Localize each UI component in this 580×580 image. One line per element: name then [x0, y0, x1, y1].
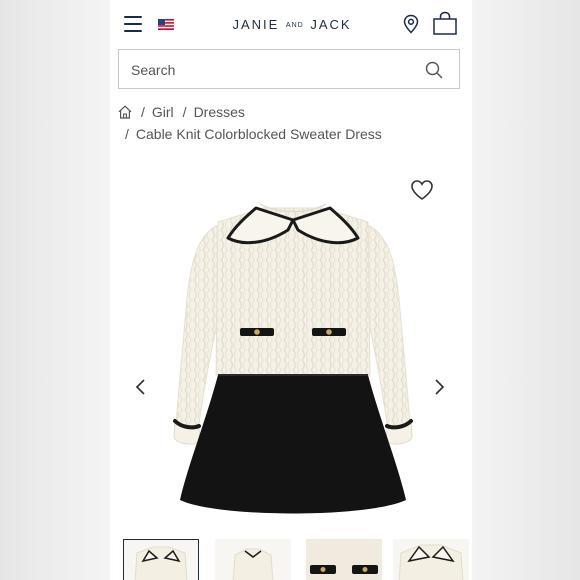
- search-bar: [118, 49, 460, 90]
- breadcrumb-item-dresses[interactable]: Dresses: [194, 104, 245, 120]
- breadcrumb-separator: /: [182, 104, 187, 120]
- breadcrumb-separator: /: [125, 126, 129, 142]
- us-flag-icon[interactable]: [158, 19, 174, 30]
- thumbnail-3[interactable]: [306, 539, 382, 580]
- product-image-gallery: [110, 160, 472, 538]
- brand-logo-and: AND: [285, 22, 304, 29]
- brand-logo[interactable]: JANIE AND JACK: [230, 17, 354, 32]
- breadcrumb: / Girl / Dresses / Cable Knit Colorblock…: [118, 101, 468, 145]
- thumbnail-2[interactable]: [215, 539, 291, 580]
- brand-logo-janie: JANIE: [232, 17, 280, 32]
- shopping-bag-icon[interactable]: [432, 11, 458, 35]
- breadcrumb-item-girl[interactable]: Girl: [152, 104, 174, 120]
- search-input[interactable]: [129, 50, 413, 90]
- brand-logo-jack: JACK: [310, 17, 352, 32]
- chevron-right-icon[interactable]: [432, 378, 446, 396]
- breadcrumb-item-current: Cable Knit Colorblocked Sweater Dress: [135, 126, 382, 142]
- location-pin-icon[interactable]: [402, 14, 420, 34]
- page-background-right: [470, 0, 580, 580]
- home-icon[interactable]: [118, 105, 132, 119]
- chevron-left-icon[interactable]: [134, 378, 148, 396]
- search-icon[interactable]: [425, 61, 443, 79]
- thumbnail-4[interactable]: [393, 539, 469, 580]
- thumbnail-1[interactable]: [123, 539, 199, 580]
- thumbnail-strip: [123, 539, 472, 580]
- product-image[interactable]: [148, 180, 438, 525]
- hamburger-menu-icon[interactable]: [124, 16, 142, 32]
- heart-icon[interactable]: [410, 179, 434, 201]
- breadcrumb-separator: /: [141, 104, 145, 120]
- mobile-page: JANIE AND JACK / Girl / Dresses: [110, 0, 472, 580]
- page-background-left: [0, 0, 110, 580]
- site-header: JANIE AND JACK: [110, 0, 472, 48]
